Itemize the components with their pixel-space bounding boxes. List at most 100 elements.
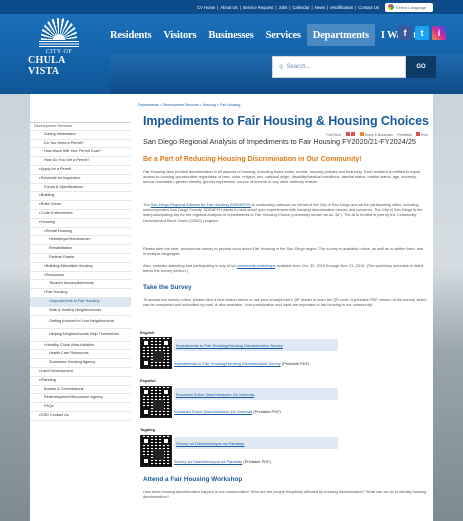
sidebar-item[interactable]: Tenant's Accomplishments [30, 280, 131, 290]
sidebar-item[interactable]: Homebuyer/Homeowner [30, 236, 131, 246]
qr-code-spanish[interactable] [140, 386, 172, 418]
breadcrumb[interactable]: Departments > Development Services > Hou… [138, 103, 240, 107]
sidebar-item-label: DSD Contact Us [40, 412, 69, 417]
sidebar-item[interactable]: ▸ Housing [30, 219, 131, 228]
sidebar-item[interactable]: Getting Involved in Your Neighborhood [30, 316, 131, 329]
sidebar-item-label: Successor Housing Agency [49, 360, 96, 365]
sidebar-item-label: Rehabilitation [49, 246, 73, 251]
sidebar-item[interactable]: How Much Will Your Permit Cost? [30, 148, 131, 158]
sidebar-item[interactable]: ▸ Code Enforcement [30, 210, 131, 219]
nav-item[interactable]: Services [260, 24, 307, 46]
sidebar-item[interactable]: ▸ Impediments to Fair Housing [30, 297, 131, 307]
search-icon: ⚲ [279, 64, 284, 71]
paragraph-survey-intro: Please take the brief, anonymous survey … [143, 246, 424, 257]
sidebar-item[interactable]: Rehabilitation [30, 245, 131, 254]
survey-online-spanish[interactable]: Encuesta Sobre Discriminación De Viviend… [174, 388, 338, 400]
sidebar-item-label: Health Care Resources [49, 351, 89, 356]
pdf-suffix: (Printable PDF) [252, 409, 281, 414]
qr-code-english[interactable] [140, 337, 172, 369]
print-link[interactable]: Print [416, 132, 428, 137]
sidebar-item[interactable]: Health Care Resources [30, 350, 131, 360]
sidebar-item[interactable]: Do You Need a Permit? [30, 140, 131, 149]
sidebar-item[interactable]: ▸ Planning [30, 377, 131, 386]
sidebar-item-label: Tenant's Accomplishments [49, 281, 94, 286]
search-input[interactable]: ⚲ Search... [272, 56, 406, 78]
survey-pdf-link-tagalog[interactable]: Survey sa Diskriminasyon sa Pabahay [174, 459, 242, 464]
nav-item[interactable]: Visitors [157, 24, 202, 46]
section-sidebar: Development Services Zoning Information Do… [30, 122, 131, 467]
utility-link[interactable]: Calendar [292, 5, 309, 10]
section-heading-attend-workshop: Attend a Fair Housing Workshop [143, 476, 243, 483]
share-icon [359, 132, 364, 136]
sidebar-item[interactable]: Successor Housing Agency [30, 359, 131, 368]
twitter-icon[interactable]: t [415, 26, 429, 40]
survey-online-tagalog[interactable]: Survey sa Diskriminasyon sa Pabahay [174, 437, 338, 449]
utility-link[interactable]: eNotification [330, 5, 353, 10]
utility-link[interactable]: CV Home [197, 5, 215, 10]
sidebar-item-label: Land Development [40, 368, 73, 373]
qr-code-tagalog[interactable] [140, 435, 172, 467]
paragraph-workshop-questions: How does housing discrimination happen i… [143, 489, 427, 500]
sidebar-item[interactable]: Zoning Information [30, 131, 131, 140]
sidebar-item[interactable]: Development Services [30, 122, 131, 131]
font-decrease-icon[interactable] [345, 132, 350, 136]
sidebar-item[interactable]: Helping Neighborhoods Help Themselves [30, 329, 131, 342]
main-nav: Residents Visitors Businesses Services Depar… [104, 24, 435, 46]
survey-pdf-link-spanish[interactable]: Encuesta Sobre Discriminación De Viviend… [174, 409, 252, 414]
sidebar-item[interactable]: ▸ Schedule an Inspection [30, 175, 131, 184]
language-selector[interactable]: Select Language [385, 2, 433, 12]
paragraph-survey-access: To access the survey online, please clic… [143, 297, 427, 308]
nav-item[interactable]: Departments [306, 24, 375, 46]
paragraph-workshops: Also, consider attending and participati… [143, 263, 427, 273]
sidebar-item[interactable]: Redevelopment/Successor Agency [30, 394, 131, 404]
google-icon [388, 4, 394, 10]
search-go-button[interactable]: GO [406, 56, 436, 78]
sidebar-item-label: Healthy Chula Vista Initiative [45, 342, 95, 347]
survey-online-english[interactable]: Impediments to Fair Housing/Housing Disc… [174, 339, 338, 351]
sidebar-item[interactable]: ▸ Building Affordable Housing [30, 263, 131, 272]
sidebar-item-label: Fair Housing [45, 290, 68, 295]
facebook-icon[interactable]: f [398, 26, 412, 40]
sidebar-item[interactable]: Federal Grants [30, 254, 131, 263]
sidebar-item[interactable]: Forms & Specifications [30, 184, 131, 193]
sidebar-item[interactable]: ▸ Rental Housing [30, 228, 131, 237]
waves-icon [39, 41, 79, 47]
sidebar-item-label: Federal Grants [49, 254, 75, 259]
sidebar-item[interactable]: ▸ Resources [30, 272, 131, 281]
nav-item[interactable]: Businesses [202, 24, 259, 46]
sidebar-item-label: FAQs [44, 404, 54, 409]
sidebar-item[interactable]: ▸ DSD Contact Us [30, 412, 131, 421]
sidebar-item[interactable]: ▸ Building [30, 192, 131, 202]
utility-link[interactable]: News [315, 5, 325, 10]
sidebar-item[interactable]: Boards & Commissions [30, 386, 131, 395]
sidebar-item[interactable]: ▸ Healthy Chula Vista Initiative [30, 342, 131, 351]
feedback-link[interactable]: Feedback [397, 133, 412, 137]
survey-pdf-link-english[interactable]: Impediments to Fair Housing/Housing Disc… [174, 361, 281, 366]
sidebar-item-label: Building [40, 193, 55, 198]
utility-link[interactable]: Contact Us [358, 5, 379, 10]
sidebar-item[interactable]: FAQs [30, 403, 131, 412]
nav-item[interactable]: Residents [104, 24, 157, 46]
page-subtitle: San Diego Regional Analysis of Impedimen… [143, 137, 416, 146]
paragraph-sdraffh: The San Diego Regional Alliance for Fair… [143, 202, 427, 223]
utility-link[interactable]: Jobs [279, 5, 288, 10]
font-increase-icon[interactable] [350, 132, 355, 136]
city-logo[interactable]: CITY OF CHULA VISTA [28, 18, 90, 78]
sidebar-item-label: Forms & Specifications [44, 184, 83, 189]
sidebar-item[interactable]: ▸ Apply for a Permit [30, 166, 131, 175]
survey-language-tagalog: Tagalog [140, 427, 156, 432]
sidebar-item[interactable]: How Do You Get a Permit? [30, 157, 131, 166]
sidebar-item[interactable]: Safe & Healthy Neighborhoods [30, 307, 131, 316]
sidebar-item-label: Impediments to Fair Housing [50, 298, 100, 303]
community-workshops-link[interactable]: community workshops [237, 263, 276, 268]
utility-link[interactable]: About Us [220, 5, 237, 10]
sidebar-item[interactable]: ▸ Land Development [30, 368, 131, 377]
sidebar-item-label: Getting Involved in Your Neighborhood [49, 318, 115, 323]
sidebar-item-label: How Much Will Your Permit Cost? [44, 149, 101, 154]
sidebar-item[interactable]: ▸ Build Green [30, 201, 131, 210]
utility-link[interactable]: Service Request [243, 5, 274, 10]
instagram-icon[interactable]: i [432, 26, 446, 40]
sidebar-item-label: Safe & Healthy Neighborhoods [49, 307, 102, 312]
utility-separator: | [217, 4, 219, 10]
sidebar-item[interactable]: ▸ Fair Housing [30, 289, 131, 298]
